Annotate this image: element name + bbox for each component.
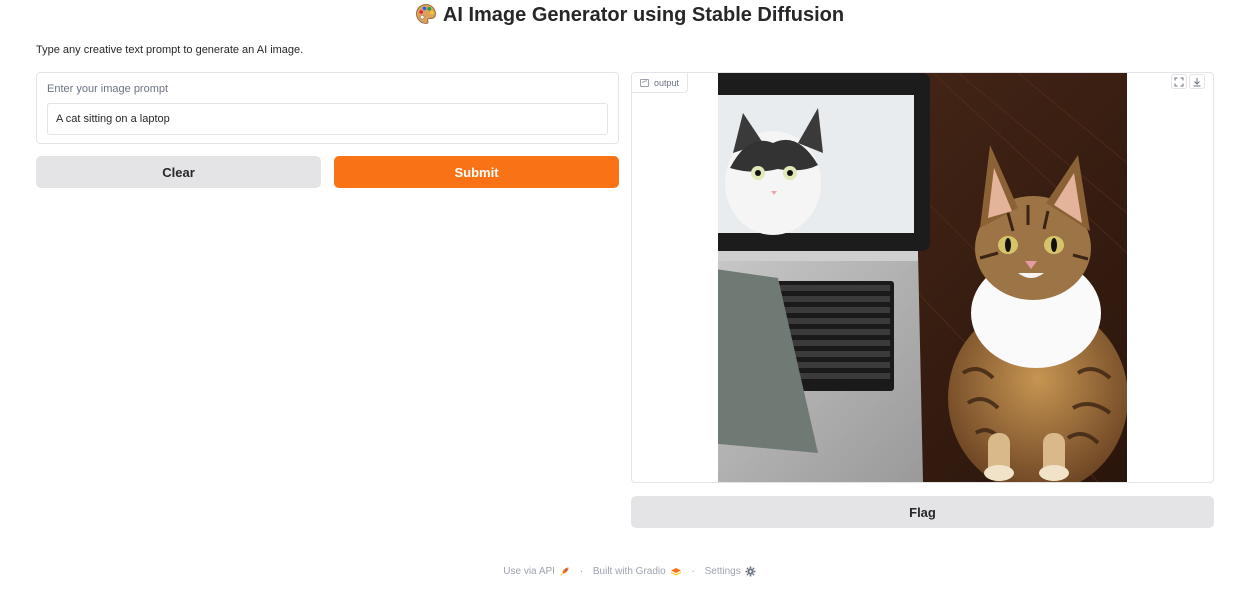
rocket-icon bbox=[560, 567, 569, 576]
app-title-text: AI Image Generator using Stable Diffusio… bbox=[442, 4, 845, 26]
built-with-gradio-link[interactable]: Built with Gradio bbox=[593, 566, 682, 577]
footer-separator: · bbox=[691, 566, 695, 577]
cat-laptop-image bbox=[718, 73, 1127, 482]
fullscreen-button[interactable] bbox=[1171, 74, 1187, 89]
download-button[interactable] bbox=[1189, 74, 1205, 89]
prompt-block: Enter your image prompt A cat sitting on… bbox=[36, 72, 619, 144]
clear-button[interactable]: Clear bbox=[36, 156, 321, 188]
footer-separator: · bbox=[579, 566, 584, 577]
fullscreen-icon bbox=[1174, 77, 1184, 86]
gradio-logo-icon bbox=[670, 567, 681, 576]
footer: Use via API · Built with Gradio · Settin… bbox=[0, 566, 1259, 577]
settings-link[interactable]: Settings bbox=[705, 566, 756, 577]
prompt-label: Enter your image prompt bbox=[47, 83, 169, 95]
settings-label: Settings bbox=[704, 566, 741, 577]
generated-image bbox=[718, 73, 1127, 482]
prompt-input[interactable]: A cat sitting on a laptop bbox=[47, 103, 608, 135]
app-description: Type any creative text prompt to generat… bbox=[36, 44, 304, 56]
app-title: AI Image Generator using Stable Diffusio… bbox=[0, 2, 1259, 28]
output-image-block: output bbox=[631, 72, 1214, 483]
download-icon bbox=[1193, 77, 1201, 86]
use-via-api-link[interactable]: Use via API bbox=[503, 566, 570, 577]
output-label-text: output bbox=[654, 77, 680, 88]
submit-button[interactable]: Submit bbox=[334, 156, 619, 188]
gear-icon bbox=[745, 566, 756, 577]
palette-icon bbox=[416, 4, 436, 24]
built-with-gradio-label: Built with Gradio bbox=[592, 566, 666, 577]
output-label: output bbox=[632, 73, 689, 93]
image-icon bbox=[640, 78, 649, 87]
output-toolbar bbox=[1171, 74, 1205, 89]
use-via-api-label: Use via API bbox=[503, 566, 555, 577]
flag-button[interactable]: Flag bbox=[631, 496, 1214, 528]
